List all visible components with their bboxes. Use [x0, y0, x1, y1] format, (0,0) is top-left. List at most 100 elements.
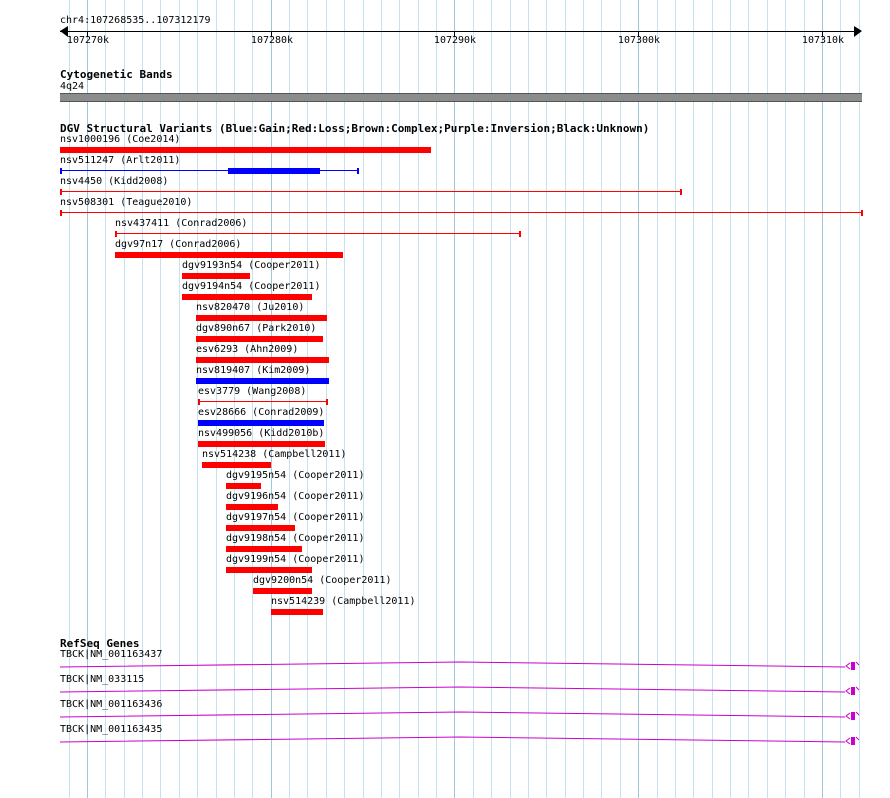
- variant-label: esv6293 (Ahn2009): [196, 344, 299, 355]
- grid-line: [344, 0, 345, 798]
- grid-line: [693, 0, 694, 798]
- variant-bar[interactable]: [60, 191, 681, 192]
- grid-line: [675, 0, 676, 798]
- grid-line: [491, 0, 492, 798]
- variant-bar[interactable]: [226, 546, 302, 552]
- variant-label: nsv499056 (Kidd2010b): [198, 428, 325, 439]
- gene-intron-line: [60, 736, 846, 743]
- variant-end-cap: [60, 168, 62, 174]
- grid-line: [565, 0, 566, 798]
- gene-end-mark: [855, 686, 860, 691]
- grid-line: [712, 0, 713, 798]
- variant-end-cap: [357, 168, 359, 174]
- grid-line: [620, 0, 621, 798]
- gene-intron-line: [60, 686, 846, 693]
- variant-end-cap: [519, 231, 521, 237]
- ruler-axis: [60, 31, 860, 32]
- variant-end-cap: [680, 189, 682, 195]
- variant-bar[interactable]: [115, 252, 343, 258]
- variant-bar[interactable]: [226, 525, 295, 531]
- variant-end-cap: [326, 399, 328, 405]
- variant-thick-segment[interactable]: [228, 168, 320, 174]
- scroll-right-arrow-icon[interactable]: [854, 26, 862, 37]
- grid-line: [381, 0, 382, 798]
- strand-arrow-icon: [845, 737, 851, 745]
- variant-label: nsv508301 (Teague2010): [60, 197, 193, 208]
- variant-bar[interactable]: [196, 357, 329, 363]
- variant-bar[interactable]: [202, 462, 271, 468]
- gene-exon: [851, 737, 855, 745]
- ruler-tick-label: 107300k: [617, 35, 661, 46]
- grid-line: [473, 0, 474, 798]
- grid-line: [822, 0, 823, 798]
- gene-end-mark: [855, 711, 860, 716]
- variant-label: dgv9193n54 (Cooper2011): [182, 260, 321, 271]
- grid-line: [804, 0, 805, 798]
- variant-bar[interactable]: [253, 588, 312, 594]
- variant-bar[interactable]: [182, 294, 312, 300]
- variant-label: nsv514239 (Campbell2011): [271, 596, 416, 607]
- grid-line: [363, 0, 364, 798]
- gene-model[interactable]: [60, 734, 862, 746]
- gene-exon: [851, 662, 855, 670]
- grid-line: [528, 0, 529, 798]
- gene-exon: [851, 687, 855, 695]
- gene-intron-line: [60, 661, 846, 668]
- variant-bar[interactable]: [115, 233, 520, 234]
- grid-line: [454, 0, 455, 798]
- variant-label: nsv820470 (Ju2010): [196, 302, 305, 313]
- variant-end-cap: [198, 399, 200, 405]
- gene-model[interactable]: [60, 709, 862, 721]
- grid-line: [252, 0, 253, 798]
- variant-end-cap: [115, 231, 117, 237]
- variant-end-cap: [60, 189, 62, 195]
- grid-line: [436, 0, 437, 798]
- strand-arrow-icon: [845, 712, 851, 720]
- grid-line: [840, 0, 841, 798]
- variant-end-cap: [861, 210, 863, 216]
- ruler-tick-label: 107290k: [433, 35, 477, 46]
- variant-label: nsv1000196 (Coe2014): [60, 134, 181, 145]
- variant-bar[interactable]: [226, 483, 261, 489]
- variant-bar[interactable]: [196, 315, 327, 321]
- grid-line: [748, 0, 749, 798]
- grid-line: [859, 0, 860, 798]
- strand-arrow-icon: [845, 662, 851, 670]
- variant-bar[interactable]: [271, 609, 323, 615]
- gene-intron-line: [60, 711, 846, 718]
- cytoband-bar[interactable]: [60, 93, 862, 102]
- variant-label: nsv819407 (Kim2009): [196, 365, 311, 376]
- cytoband-label: 4q24: [60, 81, 85, 92]
- grid-line: [657, 0, 658, 798]
- variant-bar[interactable]: [60, 170, 358, 171]
- variant-bar[interactable]: [196, 336, 323, 342]
- variant-bar[interactable]: [182, 273, 250, 279]
- variant-bar[interactable]: [60, 147, 431, 153]
- variant-bar[interactable]: [226, 504, 278, 510]
- variant-bar[interactable]: [198, 401, 327, 402]
- gene-model[interactable]: [60, 659, 862, 671]
- variant-label: nsv4450 (Kidd2008): [60, 176, 169, 187]
- strand-arrow-icon: [845, 687, 851, 695]
- variant-label: dgv890n67 (Park2010): [196, 323, 317, 334]
- grid-line: [307, 0, 308, 798]
- gene-model[interactable]: [60, 684, 862, 696]
- grid-line: [785, 0, 786, 798]
- grid-line: [583, 0, 584, 798]
- variant-label: nsv437411 (Conrad2006): [115, 218, 248, 229]
- variant-bar[interactable]: [60, 212, 862, 213]
- variant-bar[interactable]: [198, 441, 325, 447]
- gene-end-mark: [855, 661, 860, 666]
- coordinate-ruler[interactable]: 107270k 107280k 107290k 107300k 107310k: [60, 26, 862, 46]
- variant-label: dgv97n17 (Conrad2006): [115, 239, 242, 250]
- grid-line: [399, 0, 400, 798]
- variant-label: dgv9196n54 (Cooper2011): [226, 491, 365, 502]
- variant-label: nsv511247 (Arlt2011): [60, 155, 181, 166]
- grid-line: [179, 0, 180, 798]
- variant-bar[interactable]: [198, 420, 324, 426]
- ruler-tick-label: 107310k: [801, 35, 845, 46]
- variant-bar[interactable]: [196, 378, 329, 384]
- variant-label: dgv9194n54 (Cooper2011): [182, 281, 321, 292]
- variant-label: esv28666 (Conrad2009): [198, 407, 325, 418]
- variant-bar[interactable]: [226, 567, 312, 573]
